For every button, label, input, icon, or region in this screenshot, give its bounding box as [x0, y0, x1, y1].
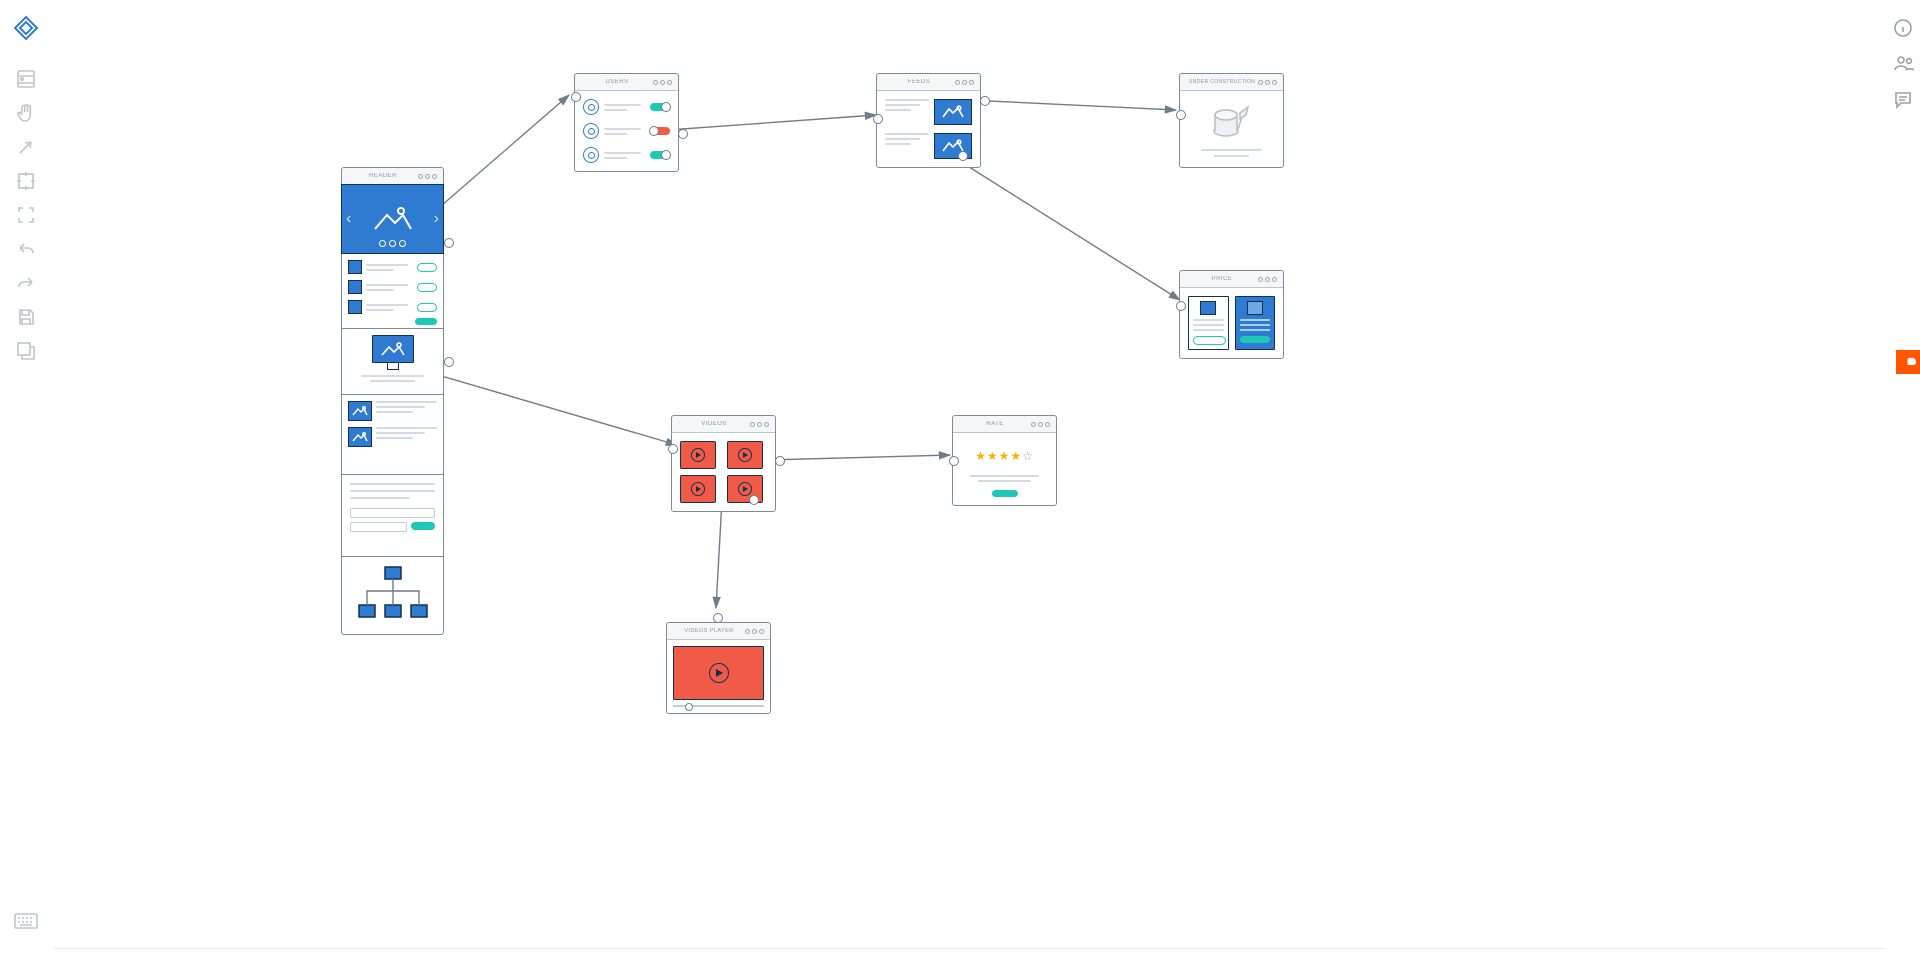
- wireframes-icon[interactable]: [12, 65, 40, 93]
- card-users[interactable]: USERS: [574, 73, 679, 172]
- card-title: FEEDS: [883, 79, 955, 85]
- redo-icon[interactable]: [12, 269, 40, 297]
- canvas[interactable]: HEADER ‹ ›: [54, 0, 1886, 949]
- card-title: UNDER CONSTRUCTION: [1186, 79, 1258, 85]
- card-videos-player[interactable]: VIDEOS PLAYER: [666, 622, 771, 714]
- hand-icon[interactable]: [12, 99, 40, 127]
- titlebar: HEADER: [342, 168, 443, 185]
- info-icon[interactable]: [1893, 18, 1915, 40]
- card-header-sitemap[interactable]: [341, 557, 444, 635]
- card-price[interactable]: PRICE: [1179, 270, 1284, 359]
- card-header-list[interactable]: [341, 254, 444, 329]
- left-toolbar: [0, 0, 53, 949]
- card-title: PRICE: [1186, 276, 1258, 282]
- card-header-images[interactable]: [341, 395, 444, 475]
- card-title: HEADER: [348, 173, 418, 179]
- card-title: USERS: [581, 79, 653, 85]
- card-under-construction[interactable]: UNDER CONSTRUCTION: [1179, 73, 1284, 168]
- rating-stars: ★★★★☆: [975, 447, 1034, 465]
- keyboard-icon[interactable]: [12, 907, 40, 935]
- arrow-tool-icon[interactable]: [12, 133, 40, 161]
- logo-icon[interactable]: [10, 12, 42, 44]
- card-feeds[interactable]: FEEDS: [876, 73, 981, 168]
- save-icon[interactable]: [12, 303, 40, 331]
- card-header-text[interactable]: [341, 475, 444, 557]
- card-header[interactable]: HEADER ‹ ›: [341, 167, 444, 254]
- export-icon[interactable]: [12, 337, 40, 365]
- card-rate[interactable]: RATE ★★★★☆: [952, 415, 1057, 506]
- card-header-display[interactable]: [341, 329, 444, 395]
- card-title: VIDEOS PLAYER: [673, 628, 745, 634]
- card-videos[interactable]: VIDEOS: [671, 415, 776, 512]
- fullscreen-icon[interactable]: [12, 201, 40, 229]
- collaborators-icon[interactable]: [1893, 54, 1915, 76]
- card-title: VIDEOS: [678, 421, 750, 427]
- card-title: RATE: [959, 421, 1031, 427]
- comments-icon[interactable]: [1893, 90, 1915, 112]
- select-icon[interactable]: [12, 167, 40, 195]
- undo-icon[interactable]: [12, 235, 40, 263]
- soundcloud-icon[interactable]: [1896, 350, 1920, 374]
- right-toolbar: [1888, 0, 1920, 967]
